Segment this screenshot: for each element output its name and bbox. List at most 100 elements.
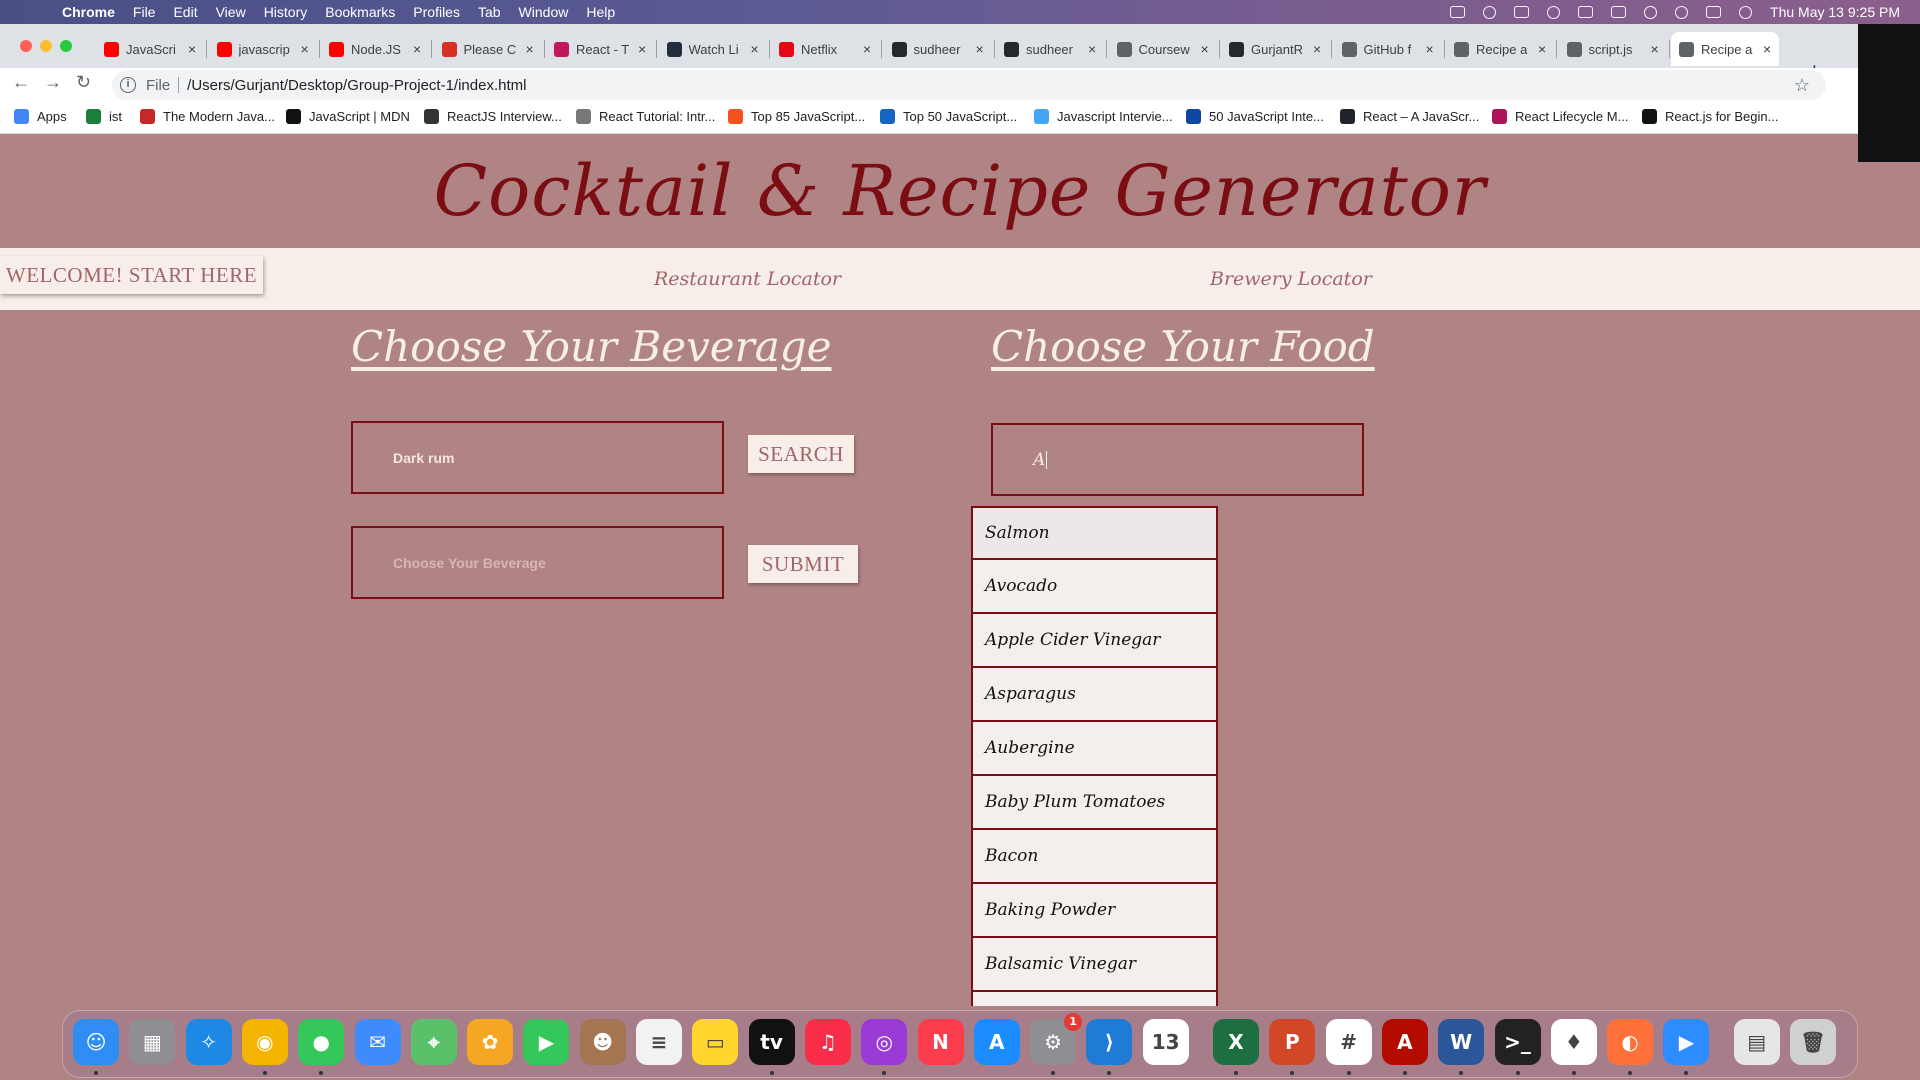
welcome-start-button[interactable]: WELCOME! START HERE — [0, 256, 263, 294]
food-search-input[interactable]: A — [991, 423, 1364, 496]
browser-tab[interactable]: GitHub f × — [1334, 36, 1445, 62]
browser-tab[interactable]: Coursew × — [1109, 36, 1220, 62]
menu-tab[interactable]: Tab — [478, 4, 501, 20]
food-suggestion-item[interactable]: Asparagus — [971, 668, 1218, 722]
photos-icon[interactable]: ✿ — [467, 1019, 514, 1065]
tv-icon[interactable]: tv — [748, 1019, 795, 1065]
close-tab-icon[interactable]: × — [1088, 41, 1096, 57]
menu-view[interactable]: View — [216, 4, 246, 20]
food-suggestion-item[interactable]: Baby Plum Tomatoes — [971, 776, 1218, 830]
slack-icon[interactable]: # — [1325, 1019, 1372, 1065]
close-tab-icon[interactable]: × — [1313, 41, 1321, 57]
siri-icon[interactable] — [1739, 5, 1753, 19]
close-tab-icon[interactable]: × — [976, 41, 984, 57]
close-tab-icon[interactable]: × — [413, 41, 421, 57]
menu-bookmarks[interactable]: Bookmarks — [325, 4, 395, 20]
menu-app-name[interactable]: Chrome — [62, 4, 115, 20]
close-tab-icon[interactable]: × — [301, 41, 309, 57]
powerpoint-icon[interactable]: P — [1269, 1019, 1316, 1065]
menu-clock[interactable]: Thu May 13 9:25 PM — [1770, 4, 1900, 20]
app-store-icon[interactable]: A — [973, 1019, 1020, 1065]
terminal-icon[interactable]: >_ — [1494, 1019, 1541, 1065]
bookmark-item[interactable]: JavaScript | MDN — [286, 109, 410, 124]
close-tab-icon[interactable]: × — [638, 41, 646, 57]
menu-window[interactable]: Window — [519, 4, 569, 20]
close-tab-icon[interactable]: × — [1651, 41, 1659, 57]
close-window-button[interactable] — [20, 40, 32, 52]
site-info-icon[interactable]: i — [120, 77, 136, 93]
food-suggestion-item[interactable]: Salmon — [971, 506, 1218, 560]
maps-icon[interactable]: ⌖ — [410, 1019, 457, 1065]
bookmark-star-icon[interactable]: ☆ — [1794, 75, 1810, 96]
brewery-locator-link[interactable]: Brewery Locator — [1210, 268, 1372, 290]
browser-tab[interactable]: Watch Li × — [659, 36, 770, 62]
bookmark-item[interactable]: React.js for Begin... — [1642, 109, 1778, 124]
notes-icon[interactable]: ▭ — [692, 1019, 739, 1065]
beverage-search-button[interactable]: SEARCH — [748, 435, 854, 473]
vscode-icon[interactable]: ⟩ — [1086, 1019, 1133, 1065]
moon-icon[interactable] — [1483, 5, 1497, 19]
minimize-window-button[interactable] — [40, 40, 52, 52]
spotlight-search-icon[interactable] — [1675, 5, 1689, 19]
browser-tab[interactable]: Recipe a × — [1446, 36, 1557, 62]
bookmark-item[interactable]: ReactJS Interview... — [424, 109, 562, 124]
browser-tab[interactable]: React - T × — [546, 36, 657, 62]
bookmark-item[interactable]: React – A JavaScr... — [1340, 109, 1479, 124]
restaurant-locator-link[interactable]: Restaurant Locator — [654, 268, 841, 290]
news-icon[interactable]: N — [917, 1019, 964, 1065]
browser-tab[interactable]: Please C × — [434, 36, 545, 62]
beverage-submit-button[interactable]: SUBMIT — [748, 545, 858, 583]
facetime-icon[interactable]: ▶ — [523, 1019, 570, 1065]
trash-icon[interactable]: 🗑 — [1790, 1019, 1836, 1065]
close-tab-icon[interactable]: × — [863, 41, 871, 57]
messages-icon[interactable]: ● — [298, 1019, 345, 1065]
keyboard-icon[interactable] — [1578, 6, 1594, 18]
menu-file[interactable]: File — [133, 4, 156, 20]
reload-icon[interactable]: ↻ — [76, 72, 91, 93]
word-icon[interactable]: W — [1438, 1019, 1485, 1065]
bookmark-item[interactable]: 50 JavaScript Inte... — [1186, 109, 1324, 124]
food-suggestion-item[interactable]: Avocado — [971, 560, 1218, 614]
bookmark-item[interactable]: Apps — [14, 109, 67, 124]
close-tab-icon[interactable]: × — [1201, 41, 1209, 57]
browser-tab[interactable]: GurjantR × — [1221, 36, 1332, 62]
play-icon[interactable] — [1547, 5, 1561, 19]
address-bar[interactable]: i File /Users/Gurjant/Desktop/Group-Proj… — [112, 70, 1826, 100]
music-icon[interactable]: ♫ — [804, 1019, 851, 1065]
browser-tab[interactable]: Netflix × — [771, 36, 882, 62]
browser-tab[interactable]: Node.JS × — [321, 36, 432, 62]
excel-icon[interactable]: X — [1213, 1019, 1259, 1065]
back-arrow-icon[interactable]: ← — [12, 72, 30, 93]
browser-tab[interactable]: sudheer × — [996, 36, 1107, 62]
chrome-icon[interactable]: ◉ — [241, 1019, 288, 1065]
contacts-icon[interactable]: ☻ — [579, 1019, 626, 1065]
battery-icon[interactable] — [1611, 6, 1627, 18]
mail-icon[interactable]: ✉ — [354, 1019, 401, 1065]
beverage-search-input[interactable]: Dark rum — [351, 421, 724, 494]
close-tab-icon[interactable]: × — [751, 41, 759, 57]
forward-arrow-icon[interactable]: → — [44, 72, 62, 93]
address-url[interactable]: /Users/Gurjant/Desktop/Group-Project-1/i… — [187, 77, 526, 94]
close-tab-icon[interactable]: × — [1763, 41, 1771, 57]
food-suggestion-item[interactable]: Balsamic Vinegar — [971, 938, 1218, 992]
food-suggestion-item[interactable]: Aubergine — [971, 722, 1218, 776]
bookmark-item[interactable]: Javascript Intervie... — [1034, 109, 1173, 124]
reminders-icon[interactable]: ≡ — [636, 1019, 682, 1065]
podcasts-icon[interactable]: ◎ — [861, 1019, 908, 1065]
zoom-status-icon[interactable] — [1450, 6, 1466, 18]
control-center-icon[interactable] — [1706, 6, 1722, 18]
mongodb-icon[interactable]: ♦ — [1550, 1019, 1597, 1065]
bookmark-item[interactable]: Top 50 JavaScript... — [880, 109, 1017, 124]
close-tab-icon[interactable]: × — [1426, 41, 1434, 57]
bookmark-item[interactable]: ist — [86, 109, 122, 124]
close-tab-icon[interactable]: × — [526, 41, 534, 57]
menu-profiles[interactable]: Profiles — [413, 4, 460, 20]
menu-edit[interactable]: Edit — [173, 4, 197, 20]
menu-history[interactable]: History — [264, 4, 308, 20]
browser-tab[interactable]: JavaScri × — [96, 36, 207, 62]
window-icon[interactable] — [1514, 6, 1530, 18]
food-suggestion-item[interactable]: Apple Cider Vinegar — [971, 614, 1218, 668]
browser-tab[interactable]: javascrip × — [209, 36, 320, 62]
zoom-icon[interactable]: ▶ — [1663, 1019, 1710, 1065]
launchpad-icon[interactable]: ▦ — [129, 1019, 176, 1065]
